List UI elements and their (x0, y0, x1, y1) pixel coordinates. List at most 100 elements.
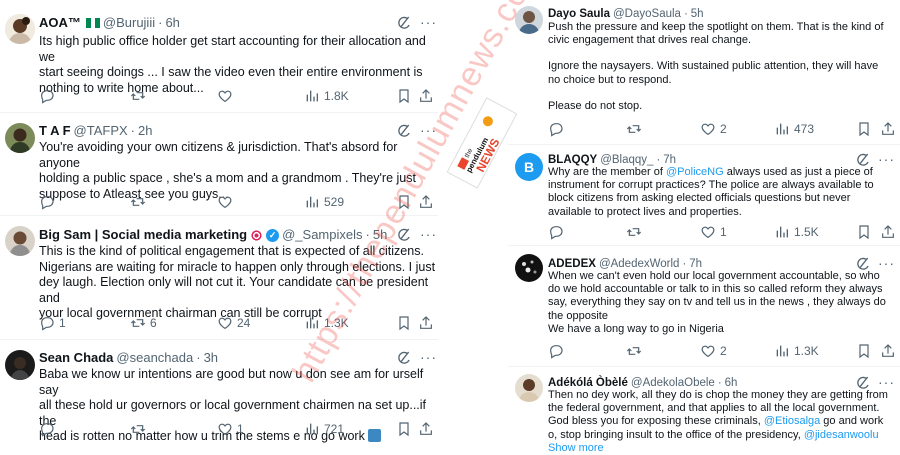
more-options-icon[interactable]: ··· (878, 152, 895, 166)
like-button[interactable] (217, 87, 237, 105)
repost-button[interactable] (130, 87, 150, 105)
like-button[interactable]: 24 (217, 314, 250, 332)
tweet[interactable]: AOA™ @Burujiii · 6h ··· Its high public … (0, 0, 438, 113)
avatar[interactable] (5, 14, 35, 44)
avatar[interactable] (515, 374, 543, 402)
views-button[interactable]: 473 (774, 120, 814, 138)
views-button[interactable]: 1.5K (774, 223, 819, 241)
avatar[interactable] (5, 226, 35, 256)
repost-button[interactable] (626, 120, 646, 138)
share-button[interactable] (418, 420, 434, 438)
reply-button[interactable] (548, 342, 568, 360)
bookmark-button[interactable] (856, 120, 872, 138)
tweet[interactable]: ADEDEX @AdedexWorld · 7h ··· When we can… (508, 246, 900, 367)
bookmark-button[interactable] (396, 420, 412, 438)
timestamp[interactable]: 5h (691, 6, 704, 22)
timestamp[interactable]: 2h (138, 123, 152, 139)
action-bar: 1.8K (39, 87, 434, 105)
timestamp[interactable]: 3h (204, 350, 218, 366)
user-handle[interactable]: @DayoSaula (613, 6, 681, 22)
nigeria-flag-icon (85, 18, 100, 28)
grok-icon[interactable] (396, 350, 412, 366)
share-button[interactable] (880, 342, 896, 360)
tweet-text: Why are the member of @PoliceNG always u… (548, 166, 893, 219)
display-name[interactable]: Dayo Saula (548, 6, 610, 22)
tweet-text: Push the pressure and keep the spotlight… (548, 21, 888, 113)
reply-button[interactable] (39, 87, 59, 105)
tweet[interactable]: Dayo Saula @DayoSaula · 5h Push the pres… (508, 0, 900, 145)
repost-button[interactable] (130, 193, 150, 211)
tweet-paragraph: We have a long way to go in Nigeria (548, 322, 724, 335)
bookmark-button[interactable] (396, 314, 412, 332)
repost-button[interactable] (626, 342, 646, 360)
user-handle[interactable]: @seanchada (116, 350, 193, 366)
reply-button[interactable] (39, 420, 59, 438)
separator-dot: · (196, 350, 201, 365)
bookmark-icon (396, 88, 412, 104)
repost-button[interactable]: 6 (130, 314, 157, 332)
views-icon (304, 88, 320, 104)
like-button[interactable]: 2 (700, 120, 727, 138)
avatar[interactable] (5, 350, 35, 380)
view-count: 529 (324, 195, 345, 209)
repost-button[interactable] (626, 223, 646, 241)
tweet-header: AOA™ @Burujiii · 6h (39, 15, 180, 31)
repost-icon (130, 88, 146, 104)
repost-button[interactable] (130, 420, 150, 438)
like-button[interactable] (217, 193, 237, 211)
like-button[interactable]: 1 (700, 223, 727, 241)
user-handle[interactable]: @_Sampixels (282, 227, 362, 243)
share-button[interactable] (418, 87, 434, 105)
more-options-icon[interactable]: ··· (878, 375, 895, 389)
tweet[interactable]: B BLAQQY @Blaqqy_ · 7h ··· Why are the m… (508, 145, 900, 246)
reply-button[interactable]: 1 (39, 314, 66, 332)
reply-button[interactable] (548, 120, 568, 138)
mention-link[interactable]: @Etiosalga (764, 415, 820, 427)
views-button[interactable]: 721 (304, 420, 344, 438)
tweet[interactable]: T A F @TAFPX · 2h ··· You're avoiding yo… (0, 113, 438, 216)
grok-icon[interactable] (396, 15, 412, 31)
avatar[interactable] (515, 254, 543, 282)
tweet[interactable]: Adékólá Òbèlé @AdekolaObele · 6h ··· The… (508, 367, 900, 454)
display-name[interactable]: AOA™ (39, 15, 81, 31)
share-button[interactable] (880, 223, 896, 241)
views-button[interactable]: 1.3K (774, 342, 819, 360)
more-options-icon[interactable]: ··· (420, 227, 437, 241)
repost-icon (626, 343, 642, 359)
more-options-icon[interactable]: ··· (878, 256, 895, 270)
share-button[interactable] (418, 314, 434, 332)
views-button[interactable]: 529 (304, 193, 344, 211)
view-count: 1.5K (794, 225, 819, 239)
user-handle[interactable]: @TAFPX (74, 123, 128, 139)
views-icon (304, 194, 320, 210)
avatar[interactable] (5, 123, 35, 153)
more-options-icon[interactable]: ··· (420, 350, 437, 364)
bookmark-button[interactable] (396, 87, 412, 105)
tweet-header: Big Sam | Social media marketing ✓ @_Sam… (39, 227, 387, 243)
mention-link[interactable]: @PoliceNG (666, 166, 724, 178)
views-button[interactable]: 1.8K (304, 87, 349, 105)
mention-link[interactable]: @jidesanwoolu (804, 429, 879, 441)
more-options-icon[interactable]: ··· (420, 15, 437, 29)
bookmark-button[interactable] (856, 342, 872, 360)
timestamp[interactable]: 6h (165, 15, 179, 31)
display-name[interactable]: T A F (39, 123, 71, 139)
reply-icon (39, 421, 55, 437)
bookmark-button[interactable] (856, 223, 872, 241)
share-button[interactable] (880, 120, 896, 138)
reply-icon (39, 194, 55, 210)
share-icon (418, 88, 434, 104)
reply-count: 1 (59, 316, 66, 330)
user-handle[interactable]: @Burujiii (103, 15, 155, 31)
grok-icon[interactable] (396, 123, 412, 139)
reply-button[interactable] (548, 223, 568, 241)
tweet[interactable]: Sean Chada @seanchada · 3h ··· Baba we k… (0, 340, 438, 450)
reply-button[interactable] (39, 193, 59, 211)
show-more-link[interactable]: Show more (548, 442, 604, 454)
display-name[interactable]: Sean Chada (39, 350, 113, 366)
like-count: 1 (720, 225, 727, 239)
display-name[interactable]: Big Sam | Social media marketing (39, 227, 247, 243)
verified-badge-icon: ✓ (266, 228, 280, 242)
like-button[interactable]: 1 (217, 420, 244, 438)
like-button[interactable]: 2 (700, 342, 727, 360)
